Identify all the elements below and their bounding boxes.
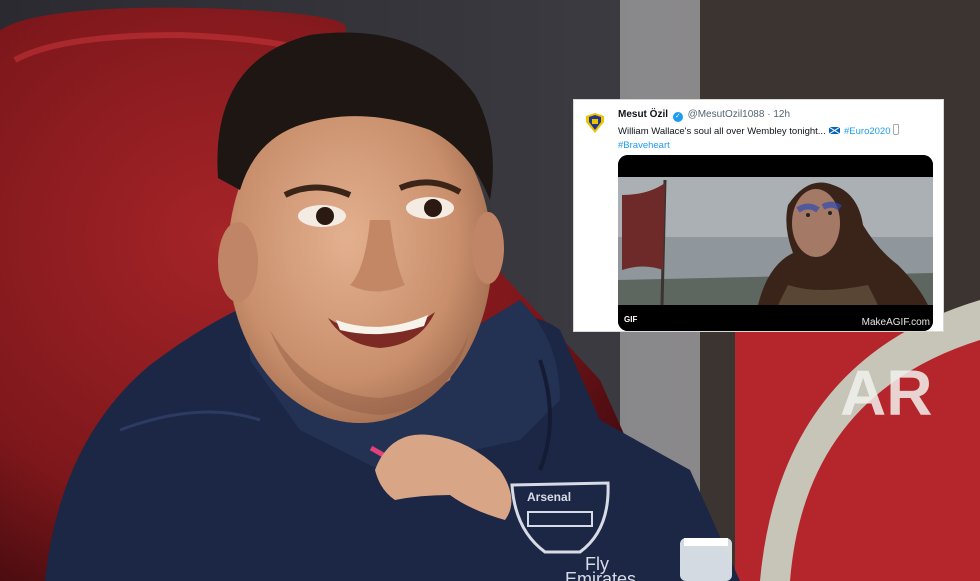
- gif-still: [618, 155, 933, 331]
- tweet-header: Mesut Özil ✓ @MesutOzil1088 · 12h: [618, 108, 933, 122]
- tweet-text-body: William Wallace's soul all over Wembley …: [618, 126, 826, 137]
- board-letters: AR: [840, 357, 932, 429]
- gif-watermark: MakeAGIF.com: [861, 317, 930, 328]
- gif-media[interactable]: GIF MakeAGIF.com: [618, 155, 933, 331]
- handle[interactable]: @MesutOzil1088: [688, 109, 765, 120]
- display-name[interactable]: Mesut Özil: [618, 109, 668, 120]
- timestamp[interactable]: 12h: [773, 109, 790, 120]
- separator: ·: [767, 109, 771, 120]
- bottle-emoji-icon: [893, 124, 900, 135]
- scotland-flag-icon: [829, 127, 841, 134]
- arsenal-board: AR: [735, 300, 980, 581]
- gif-badge: GIF: [624, 315, 638, 324]
- crest-text: Arsenal: [527, 490, 571, 504]
- tweet-body: Mesut Özil ✓ @MesutOzil1088 · 12h Willia…: [618, 108, 933, 153]
- tweet-card[interactable]: Mesut Özil ✓ @MesutOzil1088 · 12h Willia…: [573, 99, 944, 332]
- tweet-text: William Wallace's soul all over Wembley …: [618, 124, 933, 153]
- hashtag-braveheart[interactable]: #Braveheart: [618, 140, 670, 151]
- sponsor-line-2: Emirates: [565, 569, 636, 581]
- verified-badge-icon: ✓: [672, 112, 683, 122]
- water-bottle: [680, 538, 732, 581]
- left-ear: [218, 222, 258, 302]
- right-ear: [472, 212, 504, 284]
- avatar-icon[interactable]: [584, 112, 606, 134]
- hashtag-euro2020[interactable]: #Euro2020: [844, 126, 890, 137]
